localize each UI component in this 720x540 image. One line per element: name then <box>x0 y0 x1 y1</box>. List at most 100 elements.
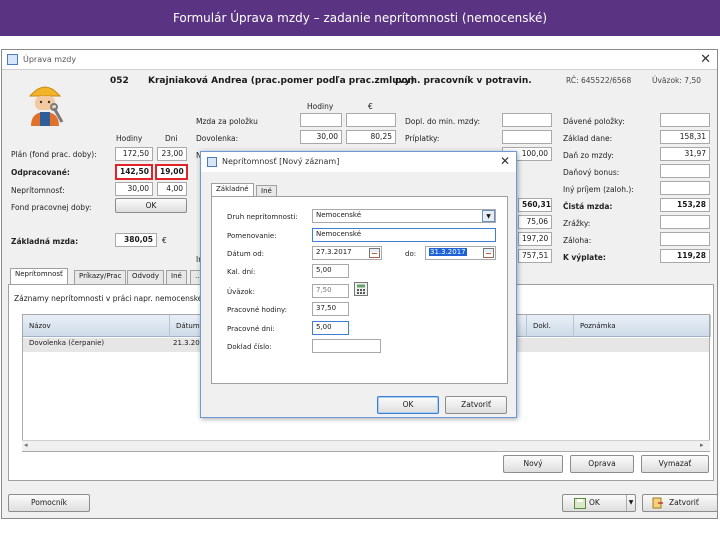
pomenovanie-input[interactable]: Nemocenské <box>312 228 496 242</box>
doklad-label: Doklad číslo: <box>227 343 272 351</box>
odpracovane-days-field[interactable]: 19,00 <box>155 164 188 180</box>
odpracovane-hours-field[interactable]: 142,50 <box>115 164 153 180</box>
dialog-tab-zakladne[interactable]: Základné <box>211 183 254 197</box>
zaklad-dane-field[interactable]: 158,31 <box>660 130 710 144</box>
plan-days-field[interactable]: 23,00 <box>157 147 187 161</box>
prac-hodiny-label: Pracovné hodiny: <box>227 306 288 314</box>
grid-col-doklad[interactable]: Dokl. <box>526 315 574 337</box>
fond-ok-button[interactable]: OK <box>115 198 187 213</box>
mid-col-hours: Hodiny <box>307 102 334 111</box>
uvazok-header: Úväzok: 7,50 <box>652 76 702 85</box>
datum-od-label: Dátum od: <box>227 250 264 258</box>
cista-mzda-label: Čistá mzda: <box>563 202 613 211</box>
odpracovane-label: Odpracované: <box>11 168 70 177</box>
zaloha-field[interactable] <box>660 232 710 246</box>
kal-dni-label: Kal. dní: <box>227 268 256 276</box>
tab-ine[interactable]: Iné <box>166 270 187 284</box>
cista-mzda-field[interactable]: 153,28 <box>660 198 710 212</box>
dialog-zatvorit-button[interactable]: Zatvoriť <box>445 396 507 414</box>
zakladna-mzda-label: Základná mzda: <box>11 237 79 246</box>
app-icon <box>7 54 18 65</box>
nepritomnost-dialog: Neprítomnosť [Nový záznam] ✕ Základné In… <box>200 151 517 418</box>
scroll-right-icon[interactable]: ▸ <box>700 441 708 450</box>
druh-select[interactable]: Nemocenské <box>312 209 496 223</box>
dialog-close-icon[interactable]: ✕ <box>500 154 510 168</box>
zrazky-label: Zrážky: <box>563 219 591 228</box>
danovy-bonus-label: Daňový bonus: <box>563 168 620 177</box>
worker-avatar-icon <box>28 86 64 126</box>
close-door-icon <box>652 497 663 509</box>
calendar-icon[interactable] <box>369 248 380 258</box>
footer-ok-label: OK <box>589 498 600 507</box>
prac-dni-input[interactable]: 5,00 <box>312 321 349 335</box>
dan-zo-mzdy-label: Daň zo mzdy: <box>563 151 614 160</box>
col-hours-label: Hodiny <box>116 134 143 143</box>
dopl-min-mzdy-field[interactable] <box>502 113 552 127</box>
novy-button[interactable]: Nový <box>503 455 563 473</box>
do-label: do: <box>405 250 417 258</box>
davene-polozky-label: Dávené položky: <box>563 117 625 126</box>
kal-dni-input[interactable]: 5,00 <box>312 264 349 278</box>
pomocnik-button[interactable]: Pomocník <box>8 494 90 512</box>
tab-nepritomnost[interactable]: Neprítomnosť <box>10 268 68 285</box>
employee-number: 052 <box>110 76 129 86</box>
row-nazov: Dovolenka (čerpanie) <box>29 339 105 347</box>
dialog-titlebar: Neprítomnosť [Nový záznam] ✕ <box>201 152 516 172</box>
chevron-down-icon[interactable]: ▼ <box>482 210 495 222</box>
oprava-button[interactable]: Oprava <box>570 455 634 473</box>
k-vyplate-field[interactable]: 119,28 <box>660 249 710 263</box>
pomenovanie-label: Pomenovanie: <box>227 232 277 240</box>
slide-title: Formulár Úprava mzdy – zadanie neprítomn… <box>0 0 720 36</box>
nepritomnost-days-field[interactable]: 4,00 <box>157 182 187 196</box>
zaloha-label: Záloha: <box>563 236 592 245</box>
mzda-polozka-eur[interactable] <box>346 113 396 127</box>
doklad-input[interactable] <box>312 339 381 353</box>
priplatky-label: Príplatky: <box>405 134 440 143</box>
iny-prijem-label: Iný príjem (zaloh.): <box>563 185 634 194</box>
kvyplate-prefix-field[interactable]: 757,51 <box>518 249 552 263</box>
zrazky-prefix-field[interactable]: 75,06 <box>518 215 552 229</box>
tab-prikazy[interactable]: Príkazy/Prac <box>74 270 127 284</box>
scroll-left-icon[interactable]: ◂ <box>24 441 32 450</box>
danovy-bonus-field[interactable] <box>660 164 710 178</box>
grid-hscrollbar[interactable] <box>22 440 710 451</box>
zrazky-field[interactable] <box>660 215 710 229</box>
ok-dropdown-icon[interactable]: ▼ <box>626 495 635 511</box>
currency-label: € <box>162 236 167 245</box>
fond-label: Fond pracovnej doby: <box>11 203 92 212</box>
prac-dni-label: Pracovné dni: <box>227 325 275 333</box>
close-icon[interactable]: ✕ <box>700 52 711 67</box>
iny-prijem-field[interactable] <box>660 181 710 195</box>
zaloha-prefix-field[interactable]: 197,20 <box>518 232 552 246</box>
dialog-app-icon <box>207 157 217 167</box>
tab-odvody[interactable]: Odvody <box>127 270 164 284</box>
plan-label: Plán (fond prac. doby): <box>11 150 97 159</box>
window-titlebar: Úprava mzdy ✕ <box>2 50 717 70</box>
mzda-polozka-hours[interactable] <box>300 113 342 127</box>
prac-hodiny-input[interactable]: 37,50 <box>312 302 349 316</box>
davene-polozky-field[interactable] <box>660 113 710 127</box>
priplatky-field[interactable] <box>502 130 552 144</box>
grid-col-poznamka[interactable]: Poznámka <box>574 315 711 337</box>
nepritomnost-hours-field[interactable]: 30,00 <box>115 182 153 196</box>
dialog-ok-button[interactable]: OK <box>377 396 439 414</box>
employee-name: Krajniaková Andrea (prac.pomer podľa pra… <box>148 76 415 86</box>
dovolenka-hours[interactable]: 30,00 <box>300 130 342 144</box>
vymazat-button[interactable]: Vymazať <box>641 455 709 473</box>
plan-hours-field[interactable]: 172,50 <box>115 147 153 161</box>
mzda-polozka-label: Mzda za položku <box>196 117 258 126</box>
employee-position: pom. pracovník v potravin. <box>395 76 532 86</box>
rodne-cislo: RČ: 645522/6568 <box>566 76 632 85</box>
zakladna-mzda-field[interactable]: 380,05 <box>115 233 157 247</box>
dovolenka-label: Dovolenka: <box>196 134 239 143</box>
uvazok-input[interactable]: 7,50 <box>312 284 349 298</box>
zaklad-dane-label: Základ dane: <box>563 134 613 143</box>
calendar-icon[interactable] <box>483 248 494 258</box>
dovolenka-eur[interactable]: 80,25 <box>346 130 396 144</box>
calculator-icon[interactable] <box>354 282 368 296</box>
cista-prefix-field[interactable]: 560,31 <box>518 198 552 212</box>
dan-zo-mzdy-field[interactable]: 31,97 <box>660 147 710 161</box>
grid-col-nazov[interactable]: Názov <box>23 315 170 337</box>
col-days-label: Dni <box>165 134 178 143</box>
druh-label: Druh neprítomnosti: <box>227 213 298 221</box>
